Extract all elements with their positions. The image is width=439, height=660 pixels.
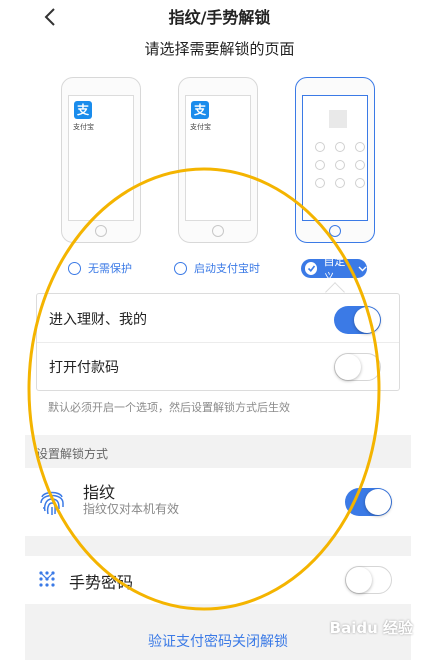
row-label: 进入理财、我的 (49, 311, 147, 328)
option-no-protection[interactable]: 无需保护 (68, 260, 132, 276)
phone-preview-custom[interactable] (295, 77, 375, 243)
gesture-dot (355, 178, 365, 188)
radio-icon (174, 261, 187, 275)
finance-toggle[interactable] (334, 306, 381, 334)
toggle-knob (354, 307, 380, 333)
gesture-dot (355, 160, 365, 170)
gesture-toggle[interactable] (345, 566, 392, 594)
gesture-dot (335, 142, 345, 152)
gesture-dot (335, 160, 345, 170)
toggle-knob (346, 567, 372, 593)
phone-screen: 支 支付宝 (185, 95, 251, 221)
option-label: 无需保护 (88, 262, 132, 275)
fingerprint-subtitle: 指纹仅对本机有效 (83, 502, 180, 516)
phone-preview-no-protection[interactable]: 支 支付宝 (61, 77, 141, 243)
alipay-app-icon: 支 (74, 101, 92, 119)
fingerprint-icon (38, 487, 66, 517)
phone-screen: 支 支付宝 (68, 95, 134, 221)
check-icon (305, 262, 318, 275)
gesture-dots (315, 142, 365, 188)
lock-avatar-placeholder (329, 110, 347, 128)
gesture-dot (335, 178, 345, 188)
alipay-app-icon: 支 (191, 101, 209, 119)
hint-text: 默认必须开启一个选项，然后设置解锁方式后生效 (48, 401, 290, 414)
custom-options-popup: 进入理财、我的 打开付款码 (36, 293, 400, 391)
toggle-knob (365, 489, 391, 515)
chevron-down-icon (358, 262, 367, 275)
page-title: 指纹/手势解锁 (168, 8, 271, 27)
app-label: 支付宝 (73, 123, 94, 131)
phone-screen (302, 95, 368, 221)
divider-gap (25, 536, 411, 556)
custom-row-finance: 进入理财、我的 (37, 295, 399, 343)
radio-icon (68, 261, 81, 275)
watermark: Baidu 经验 (329, 619, 413, 637)
fingerprint-toggle[interactable] (345, 488, 392, 516)
gesture-icon (38, 570, 56, 588)
toggle-knob (335, 354, 361, 380)
custom-row-payment-code: 打开付款码 (37, 343, 399, 391)
section-title: 设置解锁方式 (36, 447, 109, 461)
home-button-icon (212, 225, 224, 237)
gesture-dot (355, 142, 365, 152)
home-button-icon (95, 225, 107, 237)
gesture-label: 手势密码 (69, 573, 134, 592)
gesture-dot (315, 178, 325, 188)
payment-code-toggle[interactable] (334, 353, 381, 381)
option-custom[interactable]: 自定义 (301, 255, 367, 284)
option-label: 自定义 (323, 254, 346, 284)
gesture-dot (315, 160, 325, 170)
gesture-dot (315, 142, 325, 152)
option-label: 启动支付宝时 (194, 262, 260, 275)
phone-preview-on-launch[interactable]: 支 支付宝 (178, 77, 258, 243)
row-label: 打开付款码 (49, 360, 119, 376)
option-on-launch[interactable]: 启动支付宝时 (174, 260, 260, 276)
home-button-icon (329, 225, 341, 237)
page-subtitle: 请选择需要解锁的页面 (144, 40, 295, 58)
app-label: 支付宝 (190, 123, 211, 131)
